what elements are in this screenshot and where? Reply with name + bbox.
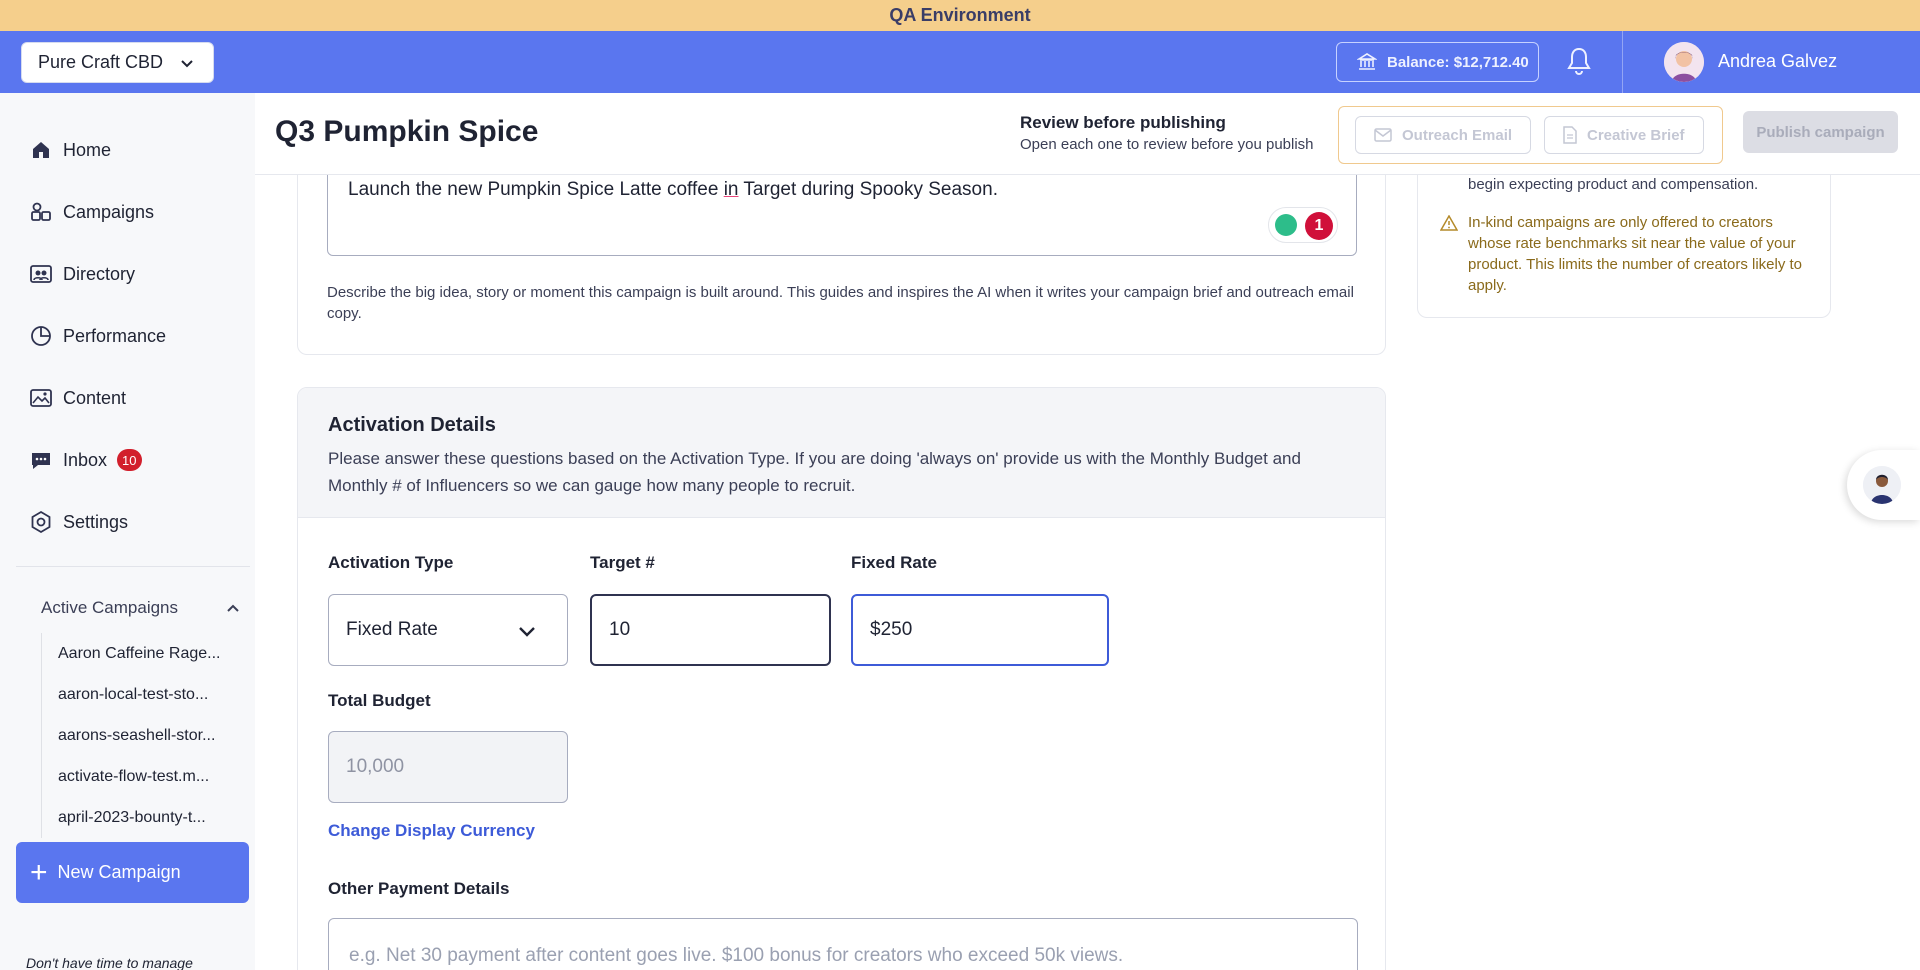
concept-text-flagged: in <box>723 179 739 200</box>
creative-brief-label: Creative Brief <box>1587 126 1685 144</box>
bell-icon[interactable] <box>1566 46 1592 76</box>
other-payment-details-input[interactable]: e.g. Net 30 payment after content goes l… <box>328 918 1358 970</box>
sidebar-item-directory[interactable]: Directory <box>29 259 135 289</box>
fixed-rate-input[interactable]: $250 <box>851 594 1109 666</box>
total-budget-value: 10,000 <box>346 756 405 777</box>
activation-details-card: Activation Details Please answer these q… <box>297 387 1386 970</box>
concept-help-text: Describe the big idea, story or moment t… <box>327 284 1354 322</box>
chevron-down-icon <box>181 60 193 68</box>
publish-campaign-button[interactable]: Publish campaign <box>1743 111 1898 153</box>
bank-icon <box>1357 53 1377 70</box>
sidebar-item-label: Campaigns <box>63 201 155 222</box>
info-panel: begin expecting product and compensation… <box>1417 150 1831 318</box>
target-label: Target # <box>590 553 655 572</box>
grammar-assistant-widget[interactable]: 1 <box>1268 207 1338 243</box>
campaign-list-item[interactable]: activate-flow-test.m... <box>42 756 246 797</box>
warning-icon <box>1440 215 1458 231</box>
total-budget-label: Total Budget <box>328 691 431 710</box>
concept-text-part: Launch the new Pumpkin Spice Latte coffe… <box>348 179 724 200</box>
campaign-list-item[interactable]: april-2023-bounty-t... <box>42 797 246 838</box>
fixed-rate-label: Fixed Rate <box>851 553 937 572</box>
sidebar-item-inbox[interactable]: Inbox 10 <box>29 445 142 475</box>
lightbulb-icon <box>1275 214 1297 236</box>
page-title: Q3 Pumpkin Spice <box>275 115 539 148</box>
sidebar-item-settings[interactable]: Settings <box>29 507 128 537</box>
support-chat-launcher[interactable] <box>1847 450 1920 520</box>
total-budget-input[interactable]: 10,000 <box>328 731 568 803</box>
campaign-list-item[interactable]: aaron-local-test-sto... <box>42 674 246 715</box>
content-icon <box>30 389 52 407</box>
campaigns-icon <box>31 202 51 221</box>
info-panel-text: begin expecting product and compensation… <box>1468 176 1759 193</box>
concept-text-part: Target during Spooky Season. <box>738 179 998 200</box>
brand-select-value: Pure Craft CBD <box>38 52 164 72</box>
sidebar-item-content[interactable]: Content <box>29 383 126 413</box>
target-input[interactable]: 10 <box>590 594 831 666</box>
page-header: Q3 Pumpkin Spice Review before publishin… <box>255 93 1920 175</box>
inbox-badge: 10 <box>117 449 142 471</box>
sidebar-item-home[interactable]: Home <box>29 135 111 165</box>
directory-icon <box>30 265 52 283</box>
outreach-email-label: Outreach Email <box>1402 126 1513 144</box>
sidebar-divider <box>16 566 250 567</box>
campaign-concept-card: Launch the new Pumpkin Spice Latte coffe… <box>297 150 1386 355</box>
new-campaign-label: New Campaign <box>57 862 181 882</box>
review-title: Review before publishing <box>1020 113 1226 132</box>
in-kind-warning: In-kind campaigns are only offered to cr… <box>1468 214 1803 294</box>
target-value: 10 <box>609 619 631 640</box>
outreach-email-button[interactable]: Outreach Email <box>1355 116 1532 154</box>
brand-select[interactable]: Pure Craft CBD <box>21 42 214 83</box>
user-avatar[interactable] <box>1664 42 1704 82</box>
qa-environment-banner: QA Environment <box>0 0 1920 31</box>
home-icon <box>33 142 49 158</box>
review-documents-group: Outreach Email Creative Brief <box>1338 106 1723 164</box>
active-campaigns-label: Active Campaigns <box>41 598 179 617</box>
activation-details-header: Activation Details Please answer these q… <box>298 388 1385 518</box>
change-display-currency-link[interactable]: Change Display Currency <box>328 821 535 841</box>
chevron-up-icon <box>227 604 239 612</box>
review-subtitle: Open each one to review before you publi… <box>1020 136 1314 153</box>
active-campaigns-list: Aaron Caffeine Rage... aaron-local-test-… <box>41 633 246 838</box>
activation-type-value: Fixed Rate <box>346 619 438 640</box>
document-icon <box>1563 126 1577 144</box>
activation-details-description: Please answer these questions based on t… <box>328 449 1301 495</box>
performance-icon <box>31 326 51 346</box>
sidebar-item-performance[interactable]: Performance <box>29 321 166 351</box>
agent-illustration <box>1863 466 1901 504</box>
sidebar-item-label: Performance <box>63 325 167 346</box>
chevron-down-icon <box>519 627 535 637</box>
sidebar-item-campaigns[interactable]: Campaigns <box>29 197 154 227</box>
sidebar-item-label: Settings <box>63 511 129 532</box>
balance-text: Balance: $12,712.40 <box>1387 53 1529 71</box>
fixed-rate-value: $250 <box>870 619 913 640</box>
top-bar: Pure Craft CBD Balance: $12,712.40 Andre… <box>0 31 1920 93</box>
support-agent-avatar <box>1863 466 1901 504</box>
settings-icon <box>31 510 51 534</box>
active-campaigns-toggle[interactable]: Active Campaigns <box>41 598 241 618</box>
other-payment-label: Other Payment Details <box>328 879 510 898</box>
sidebar-item-label: Inbox <box>63 449 108 470</box>
inbox-icon <box>32 453 50 469</box>
grammar-issue-count: 1 <box>1305 212 1333 240</box>
campaign-list-item[interactable]: aarons-seashell-stor... <box>42 715 246 756</box>
other-payment-placeholder: e.g. Net 30 payment after content goes l… <box>349 945 1124 966</box>
mail-icon <box>1374 128 1392 142</box>
sidebar-item-label: Home <box>63 139 112 160</box>
avatar-illustration <box>1664 42 1704 82</box>
sidebar-item-label: Directory <box>63 263 136 284</box>
activation-details-title: Activation Details <box>328 414 496 436</box>
sidebar: Home Campaigns Directory Performance Con… <box>0 93 255 970</box>
activation-type-label: Activation Type <box>328 553 454 572</box>
campaign-list-item[interactable]: Aaron Caffeine Rage... <box>42 633 246 674</box>
creative-brief-button[interactable]: Creative Brief <box>1544 116 1704 154</box>
new-campaign-button[interactable]: + New Campaign <box>16 842 249 903</box>
activation-type-select[interactable]: Fixed Rate <box>328 594 568 666</box>
topbar-divider <box>1622 31 1623 93</box>
sidebar-footer-text: Don't have time to manage <box>26 955 193 970</box>
balance-button[interactable]: Balance: $12,712.40 <box>1336 42 1539 82</box>
sidebar-item-label: Content <box>63 387 127 408</box>
user-name: Andrea Galvez <box>1718 51 1838 71</box>
plus-icon: + <box>30 855 48 889</box>
